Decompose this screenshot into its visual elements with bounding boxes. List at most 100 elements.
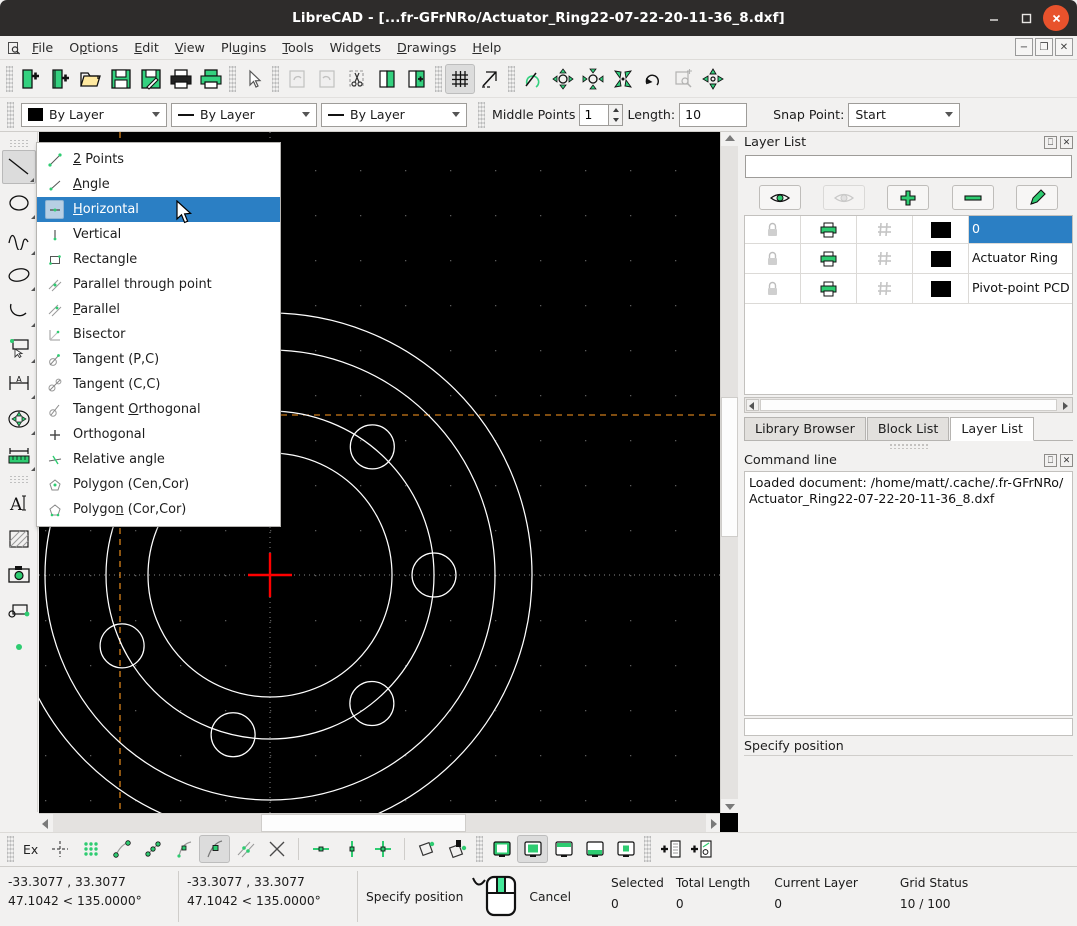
undo-icon[interactable] [282, 64, 312, 94]
layer-construction-cell[interactable] [857, 216, 913, 243]
menu-item-tangent-pc[interactable]: Tangent (P,C) [37, 347, 280, 372]
table-row[interactable]: Pivot-point PCD [745, 274, 1072, 304]
text-tool[interactable]: A [2, 486, 36, 520]
horizontal-scroll-thumb[interactable] [261, 814, 466, 832]
menu-item-rectangle[interactable]: Rectangle [37, 247, 280, 272]
layer-color-cell[interactable] [913, 216, 969, 243]
menu-item-orthogonal[interactable]: Orthogonal [37, 422, 280, 447]
select-tool[interactable] [2, 330, 36, 364]
pen-width-combo[interactable]: By Layer [171, 102, 317, 127]
layer-filter-input[interactable] [745, 155, 1072, 178]
table-row[interactable]: 0 [745, 216, 1072, 244]
spline-tool[interactable] [2, 222, 36, 256]
restrict-horizontal-icon[interactable] [305, 835, 336, 863]
menu-item-angle[interactable]: Angle [37, 172, 280, 197]
layer-color-cell[interactable] [913, 274, 969, 303]
statusbar-toggle-icon[interactable] [517, 835, 549, 863]
command-line-float-button[interactable]: ⎕ [1044, 454, 1057, 467]
toolbar-handle[interactable] [6, 65, 13, 92]
select-pointer-icon[interactable] [239, 64, 269, 94]
scroll-right-arrow-icon[interactable] [711, 819, 717, 829]
add-tab-icon[interactable] [654, 835, 685, 863]
snap-onentity-icon[interactable] [137, 835, 168, 863]
layer-print-cell[interactable] [801, 216, 857, 243]
zoom-out-icon[interactable] [578, 64, 608, 94]
layer-print-cell[interactable] [801, 244, 857, 273]
menu-item-polygon-cen-cor[interactable]: Polygon (Cen,Cor) [37, 472, 280, 497]
menu-options[interactable]: Options [61, 38, 126, 57]
layer-print-cell[interactable] [801, 274, 857, 303]
tool-options-handle[interactable] [478, 101, 485, 128]
remove-layer-button[interactable] [951, 185, 994, 210]
save-icon[interactable] [106, 64, 136, 94]
zoom-window-icon[interactable] [668, 64, 698, 94]
window-titlebar[interactable]: LibreCAD - [...fr-GFrNRo/Actuator_Ring22… [0, 0, 1077, 36]
canvas-horizontal-scrollbar[interactable] [39, 813, 720, 832]
snap-toolbar-handle[interactable] [7, 836, 14, 862]
menu-item-tangent-orthogonal[interactable]: Tangent Orthogonal [37, 397, 280, 422]
scroll-right-arrow-icon[interactable] [1063, 402, 1068, 410]
scroll-down-arrow-icon[interactable] [725, 804, 735, 810]
toolbar-toggle-icon[interactable] [548, 835, 579, 863]
tabs-toolbar-handle[interactable] [644, 836, 652, 862]
middle-points-stepper[interactable] [609, 103, 624, 126]
layer-name-cell[interactable]: Pivot-point PCD [969, 274, 1072, 303]
snap-center-icon[interactable] [168, 835, 199, 863]
middle-points-input[interactable]: 1 [579, 103, 610, 126]
point-tool[interactable] [2, 630, 36, 664]
command-line-history[interactable]: Loaded document: /home/matt/.cache/.fr-G… [744, 471, 1073, 716]
relative-zero-icon[interactable] [411, 835, 442, 863]
menu-file[interactable]: File [24, 38, 61, 57]
fullscreen-icon[interactable] [486, 835, 517, 863]
document-icon[interactable] [4, 38, 24, 58]
layer-scroll-thumb[interactable] [760, 399, 1057, 411]
layer-construction-cell[interactable] [857, 244, 913, 273]
lock-relative-zero-icon[interactable] [442, 835, 473, 863]
scroll-left-arrow-icon[interactable] [749, 402, 754, 410]
vertical-scroll-thumb[interactable] [721, 397, 738, 537]
block-tool[interactable] [2, 594, 36, 628]
menu-item-bisector[interactable]: Bisector [37, 322, 280, 347]
layer-table-horizontal-scrollbar[interactable] [744, 397, 1073, 413]
pen-toolbar-handle[interactable] [7, 101, 14, 128]
canvas-vertical-scrollbar[interactable] [720, 132, 738, 813]
snap-grid-icon[interactable] [75, 835, 106, 863]
layer-name-cell[interactable]: 0 [969, 216, 1072, 243]
paste-icon[interactable] [402, 64, 432, 94]
menu-edit[interactable]: Edit [126, 38, 167, 57]
view-toolbar-handle[interactable] [476, 836, 484, 862]
layer-name-cell[interactable]: Actuator Ring [969, 244, 1072, 273]
restrict-orthogonal-icon[interactable] [367, 835, 398, 863]
layer-construction-cell[interactable] [857, 274, 913, 303]
grid-toggle-icon[interactable] [445, 63, 475, 94]
copy-icon[interactable] [372, 64, 402, 94]
command-line-close-button[interactable]: ✕ [1060, 454, 1073, 467]
cut-icon[interactable] [342, 64, 372, 94]
layout-toggle-icon[interactable] [610, 835, 641, 863]
save-as-icon[interactable] [136, 64, 166, 94]
image-tool[interactable] [2, 558, 36, 592]
menubar-toggle-icon[interactable] [579, 835, 610, 863]
tab-layer-list[interactable]: Layer List [950, 417, 1034, 441]
table-row[interactable]: Actuator Ring [745, 244, 1072, 274]
circle-tool[interactable] [2, 186, 36, 220]
show-all-layers-button[interactable] [759, 185, 802, 210]
open-file-icon[interactable] [76, 64, 106, 94]
layer-panel-close-button[interactable]: ✕ [1060, 136, 1073, 149]
zoom-previous-icon[interactable] [638, 64, 668, 94]
menu-view[interactable]: View [167, 38, 213, 57]
new-file-icon[interactable] [16, 64, 46, 94]
zoom-in-icon[interactable] [548, 64, 578, 94]
menu-plugins[interactable]: Plugins [213, 38, 274, 57]
menu-item-polygon-cor-cor[interactable]: Polygon (Cor,Cor) [37, 497, 280, 522]
snap-free-icon[interactable] [44, 835, 75, 863]
tab-block-list[interactable]: Block List [866, 417, 950, 440]
snap-middle-icon[interactable] [199, 835, 231, 863]
line-tool[interactable] [1, 150, 36, 184]
layer-lock-cell[interactable] [745, 274, 801, 303]
snap-endpoint-icon[interactable] [106, 835, 137, 863]
hatch-tool[interactable] [2, 522, 36, 556]
add-drawing-icon[interactable] [685, 835, 716, 863]
menu-tools[interactable]: Tools [274, 38, 321, 57]
print-icon[interactable] [166, 64, 196, 94]
